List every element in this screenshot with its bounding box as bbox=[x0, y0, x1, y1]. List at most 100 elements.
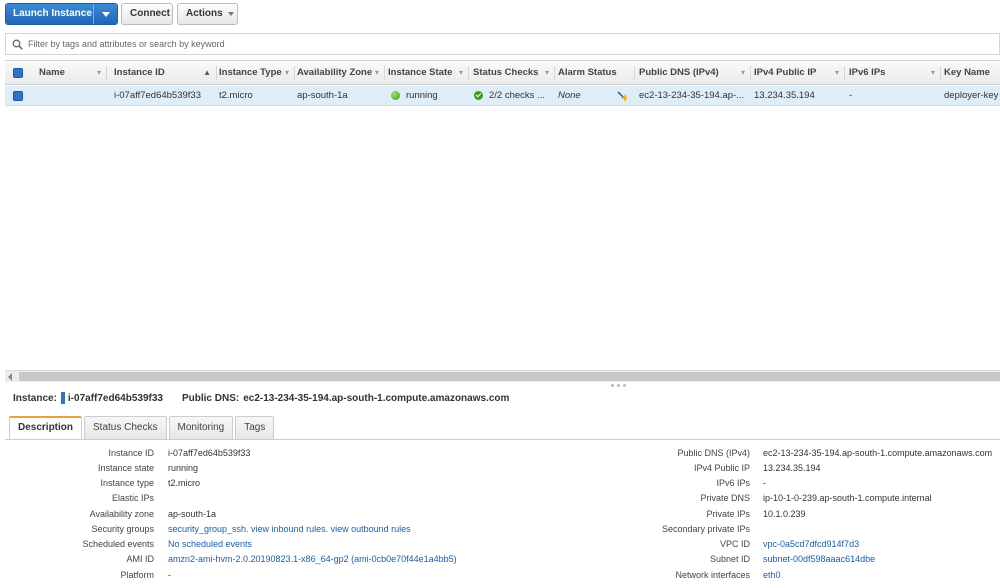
detail-value: 10.1.0.239 bbox=[763, 508, 806, 519]
detail-key: Secondary private IPs bbox=[661, 523, 750, 534]
check-icon bbox=[474, 91, 483, 100]
detail-row-secondary-private-ips: Secondary private IPs bbox=[500, 521, 1000, 536]
detail-row-ami-id: AMI ID amzn2-ami-hvm-2.0.20190823.1-x86_… bbox=[0, 551, 500, 566]
column-label: IPv6 IPs bbox=[849, 67, 886, 78]
launch-instance-button[interactable]: Launch Instance bbox=[6, 4, 94, 24]
detail-row-instance-type: Instance type t2.micro bbox=[0, 475, 500, 490]
panel-resize-handle[interactable] bbox=[611, 384, 631, 388]
network-interface-link[interactable]: eth0 bbox=[763, 570, 781, 580]
cell-instance-type: t2.micro bbox=[219, 90, 253, 101]
sort-icon: ▾ bbox=[458, 68, 463, 77]
detail-row-subnet-id: Subnet ID subnet-00df598aaac614dbe bbox=[500, 551, 1000, 566]
detail-key: Private DNS bbox=[700, 492, 750, 503]
security-groups-link[interactable]: security_group_ssh. view inbound rules. … bbox=[168, 524, 411, 534]
tab-divider bbox=[5, 439, 1000, 440]
column-label: Key Name bbox=[944, 67, 990, 78]
connect-button[interactable]: Connect bbox=[121, 3, 173, 25]
detail-row-platform: Platform - bbox=[0, 567, 500, 582]
column-header-instance-state[interactable]: Instance State ▾ bbox=[385, 61, 469, 84]
detail-value: ip-10-1-0-239.ap-south-1.compute.interna… bbox=[763, 492, 932, 503]
detail-row-private-ips: Private IPs 10.1.0.239 bbox=[500, 506, 1000, 521]
column-label: Instance ID bbox=[114, 67, 165, 78]
chevron-down-icon bbox=[227, 12, 234, 16]
detail-key: Network interfaces bbox=[675, 569, 750, 580]
sort-icon: ▾ bbox=[374, 68, 379, 77]
column-header-name[interactable]: Name ▾ bbox=[31, 61, 107, 84]
detail-row-security-groups: Security groups security_group_ssh. view… bbox=[0, 521, 500, 536]
row-select-cell bbox=[13, 86, 27, 105]
cell-public-dns: ec2-13-234-35-194.ap-... bbox=[639, 90, 745, 101]
search-icon bbox=[12, 39, 23, 50]
column-header-instance-id[interactable]: Instance ID ▲ bbox=[107, 61, 217, 84]
detail-row-public-dns: Public DNS (IPv4) ec2-13-234-35-194.ap-s… bbox=[500, 445, 1000, 460]
status-checks-text: 2/2 checks ... bbox=[489, 90, 545, 101]
vpc-id-link[interactable]: vpc-0a5cd7dfcd914f7d3 bbox=[763, 539, 859, 549]
column-header-status-checks[interactable]: Status Checks ▾ bbox=[469, 61, 555, 84]
cell-name bbox=[39, 86, 107, 105]
filter-search-input[interactable] bbox=[28, 39, 728, 49]
row-checkbox[interactable] bbox=[13, 90, 23, 101]
detail-row-availability-zone: Availability zone ap-south-1a bbox=[0, 506, 500, 521]
detail-value: ap-south-1a bbox=[168, 508, 217, 519]
column-header-ipv4-public-ip[interactable]: IPv4 Public IP ▾ bbox=[751, 61, 845, 84]
cell-ipv4-public-ip: 13.234.35.194 bbox=[754, 90, 815, 101]
column-label: IPv4 Public IP bbox=[754, 67, 817, 78]
public-dns-label: Public DNS: bbox=[181, 392, 240, 404]
detail-row-instance-state: Instance state running bbox=[0, 460, 500, 475]
column-header-instance-type[interactable]: Instance Type ▾ bbox=[217, 61, 295, 84]
chevron-down-icon bbox=[101, 11, 110, 17]
sort-icon: ▾ bbox=[544, 68, 549, 77]
detail-key: Private IPs bbox=[706, 508, 750, 519]
column-label: Name bbox=[39, 67, 65, 78]
select-all-checkbox[interactable] bbox=[13, 67, 23, 78]
column-header-ipv6-ips[interactable]: IPv6 IPs ▾ bbox=[845, 61, 941, 84]
tab-description[interactable]: Description bbox=[9, 416, 83, 440]
detail-key: Security groups bbox=[91, 523, 154, 534]
toolbar: Launch Instance Connect Actions bbox=[0, 0, 1000, 30]
detail-value: - bbox=[168, 569, 171, 580]
detail-value: 13.234.35.194 bbox=[763, 462, 821, 473]
tab-monitoring[interactable]: Monitoring bbox=[168, 416, 234, 439]
cell-availability-zone: ap-south-1a bbox=[297, 90, 348, 101]
instances-table-header: Name ▾ Instance ID ▲ Instance Type ▾ Ava… bbox=[5, 60, 1000, 85]
detail-row-instance-id: Instance ID i-07aff7ed64b539f33 bbox=[0, 445, 500, 460]
detail-row-ipv4-public-ip: IPv4 Public IP 13.234.35.194 bbox=[500, 460, 1000, 475]
subnet-id-link[interactable]: subnet-00df598aaac614dbe bbox=[763, 554, 875, 564]
detail-key: Instance type bbox=[100, 477, 154, 488]
scroll-left-icon[interactable] bbox=[8, 373, 12, 381]
scrollbar-thumb[interactable] bbox=[19, 372, 1000, 381]
column-header-public-dns[interactable]: Public DNS (IPv4) ▾ bbox=[635, 61, 751, 84]
ami-id-link[interactable]: amzn2-ami-hvm-2.0.20190823.1-x86_64-gp2 … bbox=[168, 554, 457, 564]
tab-status-checks[interactable]: Status Checks bbox=[84, 416, 167, 439]
table-row[interactable]: i-07aff7ed64b539f33 t2.micro ap-south-1a… bbox=[5, 86, 1000, 106]
horizontal-scrollbar[interactable] bbox=[5, 370, 1000, 382]
cell-alarm-status: None bbox=[558, 86, 635, 105]
detail-value: t2.micro bbox=[168, 477, 201, 488]
tab-tags[interactable]: Tags bbox=[235, 416, 275, 439]
instance-label: Instance: bbox=[13, 392, 57, 404]
sort-icon: ▾ bbox=[284, 68, 289, 77]
detail-row-vpc-id: VPC ID vpc-0a5cd7dfcd914f7d3 bbox=[500, 536, 1000, 551]
detail-key: IPv6 IPs bbox=[716, 477, 750, 488]
column-label: Availability Zone bbox=[297, 67, 373, 78]
cell-status-checks: 2/2 checks ... bbox=[474, 86, 555, 105]
detail-value: - bbox=[763, 477, 766, 488]
detail-row-scheduled-events: Scheduled events No scheduled events bbox=[0, 536, 500, 551]
detail-tabs: Description Status Checks Monitoring Tag… bbox=[9, 416, 275, 440]
column-label: Status Checks bbox=[473, 67, 539, 78]
column-header-availability-zone[interactable]: Availability Zone ▾ bbox=[295, 61, 385, 84]
cell-ipv6-ips: - bbox=[849, 90, 853, 101]
actions-button[interactable]: Actions bbox=[177, 3, 238, 25]
column-label: Instance State bbox=[388, 67, 453, 78]
column-header-key-name[interactable]: Key Name bbox=[941, 61, 1000, 84]
detail-key: AMI ID bbox=[126, 553, 154, 564]
cell-instance-state: running bbox=[391, 86, 469, 105]
detail-key: Public DNS (IPv4) bbox=[677, 447, 750, 458]
running-status-icon bbox=[391, 91, 400, 100]
column-header-alarm-status[interactable]: Alarm Status bbox=[555, 61, 635, 84]
create-alarm-icon[interactable] bbox=[616, 90, 628, 102]
launch-instance-dropdown-button[interactable] bbox=[93, 4, 117, 24]
scheduled-events-link[interactable]: No scheduled events bbox=[168, 539, 252, 549]
detail-key: Instance state bbox=[97, 462, 154, 473]
detail-key: VPC ID bbox=[719, 538, 750, 549]
